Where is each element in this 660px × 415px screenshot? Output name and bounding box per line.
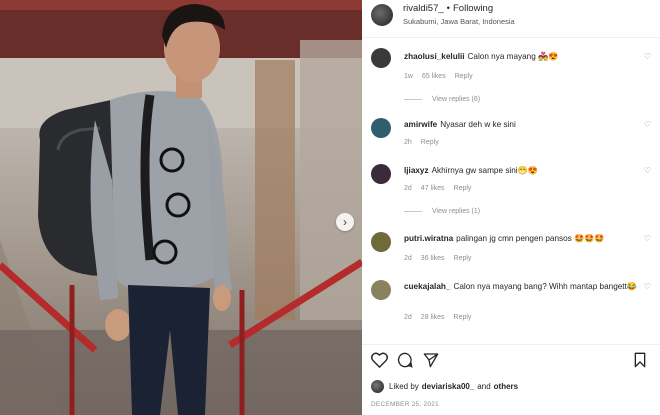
comment-text: Calon nya mayang 💑😍 [467,52,559,61]
author-username[interactable]: rivaldi57_ [403,3,444,14]
comment-likes[interactable]: 65 likes [422,73,446,80]
comment-line: zhaolusi_kelulii Calon nya mayang 💑😍 [404,52,558,62]
commenter-avatar[interactable] [371,118,391,138]
author-avatar[interactable] [371,4,393,26]
comment-line: amirwife Nyasar deh w ke sini [404,120,516,129]
comment-username[interactable]: putri.wiratna [404,234,453,243]
heart-icon[interactable] [371,352,388,368]
commenter-avatar[interactable] [371,48,391,68]
following-button[interactable]: Following [453,3,493,14]
liked-user[interactable]: deviariska00_ [422,382,475,391]
view-replies-button[interactable]: View replies (1) [404,208,480,215]
replies-bar [404,98,422,100]
bookmark-icon[interactable] [633,352,647,368]
comment-line: ljiaxyz Akhirnya gw sampe sini😁😍 [404,166,538,176]
comment-heart-icon[interactable]: ♡ [644,120,651,129]
comment-heart-icon[interactable]: ♡ [644,282,651,291]
comment-heart-icon[interactable]: ♡ [644,234,651,243]
comment-time: 2h [404,139,412,146]
photo-illustration [0,0,362,415]
post-panel: rivaldi57_ • Following Sukabumi, Jawa Bara… [362,0,660,415]
commenter-avatar[interactable] [371,232,391,252]
reply-button[interactable]: Reply [421,139,439,146]
comment-meta: 2d 36 likes Reply [404,255,480,262]
next-photo-button[interactable]: › [336,213,354,231]
comment-username[interactable]: amirwife [404,120,437,129]
reply-button[interactable]: Reply [454,185,472,192]
separator-dot: • [446,3,450,14]
liked-and: and [477,382,491,391]
post-location[interactable]: Sukabumi, Jawa Barat, Indonesia [403,17,515,26]
post-actions: Liked by deviariska00_ and others DECEMB… [362,344,660,415]
comment-likes[interactable]: 28 likes [421,314,445,321]
comment-time: 1w [404,73,413,80]
comment-line: putri.wiratna palingan jg cmn pengen pans… [404,234,605,244]
comment-line: cuekajalah_ Calon nya mayang bang? Wihh m… [404,282,637,292]
comment-likes[interactable]: 36 likes [421,255,445,262]
share-icon[interactable] [423,352,439,368]
liked-prefix: Liked by [389,382,419,391]
post-date: DECEMBER 25, 2021 [371,401,439,408]
author-line: rivaldi57_ • Following [403,3,493,14]
comment-username[interactable]: ljiaxyz [404,166,429,175]
reply-button[interactable]: Reply [454,314,472,321]
reply-button[interactable]: Reply [454,255,472,262]
comment-meta: 1w 65 likes Reply [404,73,482,80]
comment-heart-icon[interactable]: ♡ [644,166,651,175]
liked-by-line: Liked by deviariska00_ and others [371,380,521,393]
liker-avatar[interactable] [371,380,384,393]
comment-likes[interactable]: 47 likes [421,185,445,192]
comment-text: Calon nya mayang bang? Wihh mantap bange… [453,282,638,291]
comment-text: Akhirnya gw sampe sini😁😍 [431,166,538,175]
comment-icon[interactable] [397,352,413,368]
comments-list[interactable]: zhaolusi_kelulii Calon nya mayang 💑😍 1w 65… [362,40,660,342]
chevron-right-icon: › [343,215,347,229]
comment-text: Nyasar deh w ke sini [440,120,516,129]
view-replies-label: View replies (6) [432,96,481,103]
reply-button[interactable]: Reply [455,73,473,80]
replies-bar [404,210,422,212]
comment-username[interactable]: cuekajalah_ [404,282,450,291]
view-replies-label: View replies (1) [432,208,481,215]
comment-time: 2d [404,185,412,192]
comment-username[interactable]: zhaolusi_kelulii [404,52,465,61]
comment-time: 2d [404,314,412,321]
comment-time: 2d [404,255,412,262]
liked-others[interactable]: others [494,382,518,391]
post-header: rivaldi57_ • Following Sukabumi, Jawa Bara… [362,0,660,38]
commenter-avatar[interactable] [371,164,391,184]
comment-heart-icon[interactable]: ♡ [644,52,651,61]
comment-meta: 2d 47 likes Reply [404,185,480,192]
commenter-avatar[interactable] [371,280,391,300]
comment-meta: 2d 28 likes Reply [404,314,480,321]
post-photo: › [0,0,362,415]
view-replies-button[interactable]: View replies (6) [404,96,480,103]
comment-meta: 2h Reply [404,139,448,146]
comment-text: palingan jg cmn pengen pansos 🤩🤩🤩 [456,234,605,243]
